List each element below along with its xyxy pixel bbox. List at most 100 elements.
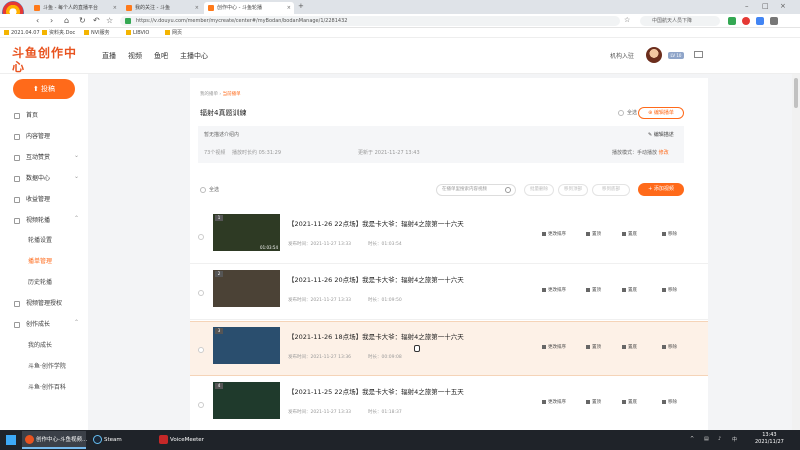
row-checkbox[interactable] — [198, 402, 204, 408]
video-thumbnail[interactable]: 3 — [213, 327, 280, 364]
sidebar-item-authorization[interactable]: 视频管理授权 — [14, 298, 62, 307]
sidebar-item-content[interactable]: 内容管理 — [14, 131, 50, 140]
douyu-creation-logo[interactable]: 斗鱼创作中心 DOUYU CREATION CENTER — [12, 46, 88, 78]
taskbar-app-voicemeeter[interactable]: VoiceMeeter — [156, 431, 218, 449]
bookmark-item[interactable]: 网页 — [165, 29, 182, 37]
favorite-star-icon[interactable]: ☆ — [106, 16, 113, 25]
browser-tab-1[interactable]: 斗鱼 - 每个人的直播平台 × — [30, 2, 120, 14]
back-icon[interactable]: ‹ — [36, 16, 39, 25]
pin-top-button[interactable]: 置顶 — [586, 287, 601, 293]
row-checkbox[interactable] — [198, 234, 204, 240]
menu-icon[interactable] — [770, 17, 778, 25]
row-checkbox[interactable] — [198, 347, 204, 353]
select-all[interactable]: 全选 — [200, 186, 219, 193]
new-tab-icon[interactable]: + — [298, 2, 304, 10]
undo-icon[interactable]: ↶ — [93, 16, 100, 25]
extension-icon-3[interactable] — [756, 17, 764, 25]
video-thumbnail[interactable]: 1 01:03:54 — [213, 214, 280, 251]
video-thumbnail[interactable]: 2 — [213, 270, 280, 307]
video-title[interactable]: 【2021-11-25 22点场】我是卡大爷：辐射4之旅第一十五天 — [288, 386, 464, 396]
edit-playlist-button[interactable]: ⊕ 编辑播单 — [638, 107, 684, 119]
volume-icon[interactable]: ♪ — [718, 436, 721, 442]
bookmark-item[interactable]: 资料夹.Doc — [42, 29, 75, 37]
search-icon[interactable] — [505, 187, 511, 193]
change-order-button[interactable]: 更改排序 — [542, 287, 566, 293]
nav-fishbar[interactable]: 鱼吧 — [154, 51, 168, 61]
table-row[interactable]: 3 【2021-11-26 18点场】我是卡大爷：辐射4之旅第一十六天 发布时间… — [190, 321, 708, 376]
sidebar-sub-wiki[interactable]: 斗鱼·创作百科 — [28, 382, 66, 391]
remove-button[interactable]: 移除 — [662, 399, 677, 405]
table-row[interactable]: 2 【2021-11-26 20点场】我是卡大爷：辐射4之旅第一十六天 发布时间… — [190, 265, 708, 320]
video-thumbnail[interactable]: 4 — [213, 382, 280, 419]
edit-description-link[interactable]: ✎ 编辑描述 — [648, 131, 674, 138]
sidebar-item-carousel[interactable]: 视频轮播 ⌃ — [14, 215, 79, 224]
minimize-icon[interactable]: – — [745, 2, 749, 10]
change-mode-link[interactable]: 修改 — [659, 150, 669, 156]
remove-button[interactable]: 移除 — [662, 344, 677, 350]
org-join-link[interactable]: 机构入驻 — [610, 51, 634, 60]
close-icon[interactable]: × — [287, 2, 291, 14]
extension-icon-1[interactable] — [728, 17, 736, 25]
change-order-button[interactable]: 更改排序 — [542, 231, 566, 237]
browser-tab-2[interactable]: 我的关注 - 斗鱼 × — [122, 2, 202, 14]
sidebar-sub-my-growth[interactable]: 我的成长 — [28, 340, 52, 349]
pin-top-button[interactable]: 置顶 — [586, 231, 601, 237]
taskbar-app-steam[interactable]: Steam — [90, 431, 150, 449]
close-window-icon[interactable]: × — [780, 2, 786, 10]
pin-top-button[interactable]: 置顶 — [586, 399, 601, 405]
remove-button[interactable]: 移除 — [662, 231, 677, 237]
table-row[interactable]: 1 01:03:54 【2021-11-26 22点场】我是卡大爷：辐射4之旅第… — [190, 209, 708, 264]
add-video-button[interactable]: + 添加视频 — [638, 183, 684, 196]
video-title[interactable]: 【2021-11-26 18点场】我是卡大爷：辐射4之旅第一十六天 — [288, 331, 464, 341]
sidebar-item-data[interactable]: 数据中心 ⌄ — [14, 173, 79, 182]
bookmark-item[interactable]: NVI服务 — [84, 29, 110, 37]
pin-bottom-button[interactable]: 置底 — [622, 287, 637, 293]
pin-bottom-button[interactable]: 置底 — [622, 344, 637, 350]
playlist-search-input[interactable]: 在播单里搜索内容视频 — [436, 184, 516, 196]
bookmark-star-icon[interactable]: ☆ — [624, 16, 630, 24]
mail-icon[interactable] — [694, 51, 703, 58]
nav-streamer-center[interactable]: 主播中心 — [180, 51, 208, 61]
taskbar-app-browser[interactable]: 创作中心-斗鱼视频... — [22, 431, 87, 449]
maximize-icon[interactable]: □ — [762, 2, 769, 10]
row-checkbox[interactable] — [198, 290, 204, 296]
batch-delete-button[interactable]: 批量删除 — [524, 184, 554, 196]
nav-live[interactable]: 直播 — [102, 51, 116, 61]
change-order-button[interactable]: 更改排序 — [542, 399, 566, 405]
system-clock[interactable]: 13:43 2021/11/27 — [755, 432, 784, 446]
page-scrollbar[interactable] — [792, 74, 800, 430]
close-icon[interactable]: × — [113, 2, 117, 14]
breadcrumb-root[interactable]: 我的播单 — [200, 92, 218, 97]
sidebar-sub-playlist-manage[interactable]: 播单管理 — [28, 256, 52, 265]
video-title[interactable]: 【2021-11-26 22点场】我是卡大爷：辐射4之旅第一十六天 — [288, 218, 464, 228]
reload-icon[interactable]: ↻ — [79, 16, 86, 25]
pin-bottom-button[interactable]: 置底 — [622, 399, 637, 405]
avatar[interactable] — [646, 47, 662, 63]
pin-bottom-button[interactable]: 置底 — [622, 231, 637, 237]
pin-top-button[interactable]: 置顶 — [586, 344, 601, 350]
windows-start-icon[interactable] — [6, 435, 16, 445]
browser-search-input[interactable]: 中国航天人员下降 — [640, 16, 720, 26]
sidebar-sub-history[interactable]: 历史轮播 — [28, 277, 52, 286]
remove-button[interactable]: 移除 — [662, 287, 677, 293]
nav-video[interactable]: 视频 — [128, 51, 142, 61]
upload-button[interactable]: ⬆ 投稿 — [13, 79, 75, 99]
close-icon[interactable]: × — [195, 2, 199, 14]
url-input[interactable]: https://v.douyu.com/member/mycreate/cent… — [120, 16, 620, 26]
move-top-button[interactable]: 移到顶部 — [558, 184, 588, 196]
home-icon[interactable]: ⌂ — [64, 16, 69, 25]
scrollbar-thumb[interactable] — [794, 78, 798, 108]
change-order-button[interactable]: 更改排序 — [542, 344, 566, 350]
sidebar-item-growth[interactable]: 创作成长 ⌃ — [14, 319, 79, 328]
sidebar-item-interaction[interactable]: 互动赞赏 ⌄ — [14, 152, 79, 161]
select-toggle[interactable]: 全选 — [618, 109, 637, 116]
video-title[interactable]: 【2021-11-26 20点场】我是卡大爷：辐射4之旅第一十六天 — [288, 274, 464, 284]
ime-icon[interactable]: 中 — [732, 436, 737, 443]
move-bottom-button[interactable]: 移到底部 — [592, 184, 630, 196]
bookmark-item[interactable]: 2021.04.07 — [4, 29, 40, 37]
forward-icon[interactable]: › — [50, 16, 53, 25]
sidebar-sub-academy[interactable]: 斗鱼·创作学院 — [28, 361, 66, 370]
extension-icon-2[interactable] — [742, 17, 750, 25]
sidebar-sub-carousel-settings[interactable]: 轮播设置 — [28, 235, 52, 244]
network-icon[interactable]: ▤ — [704, 436, 709, 442]
